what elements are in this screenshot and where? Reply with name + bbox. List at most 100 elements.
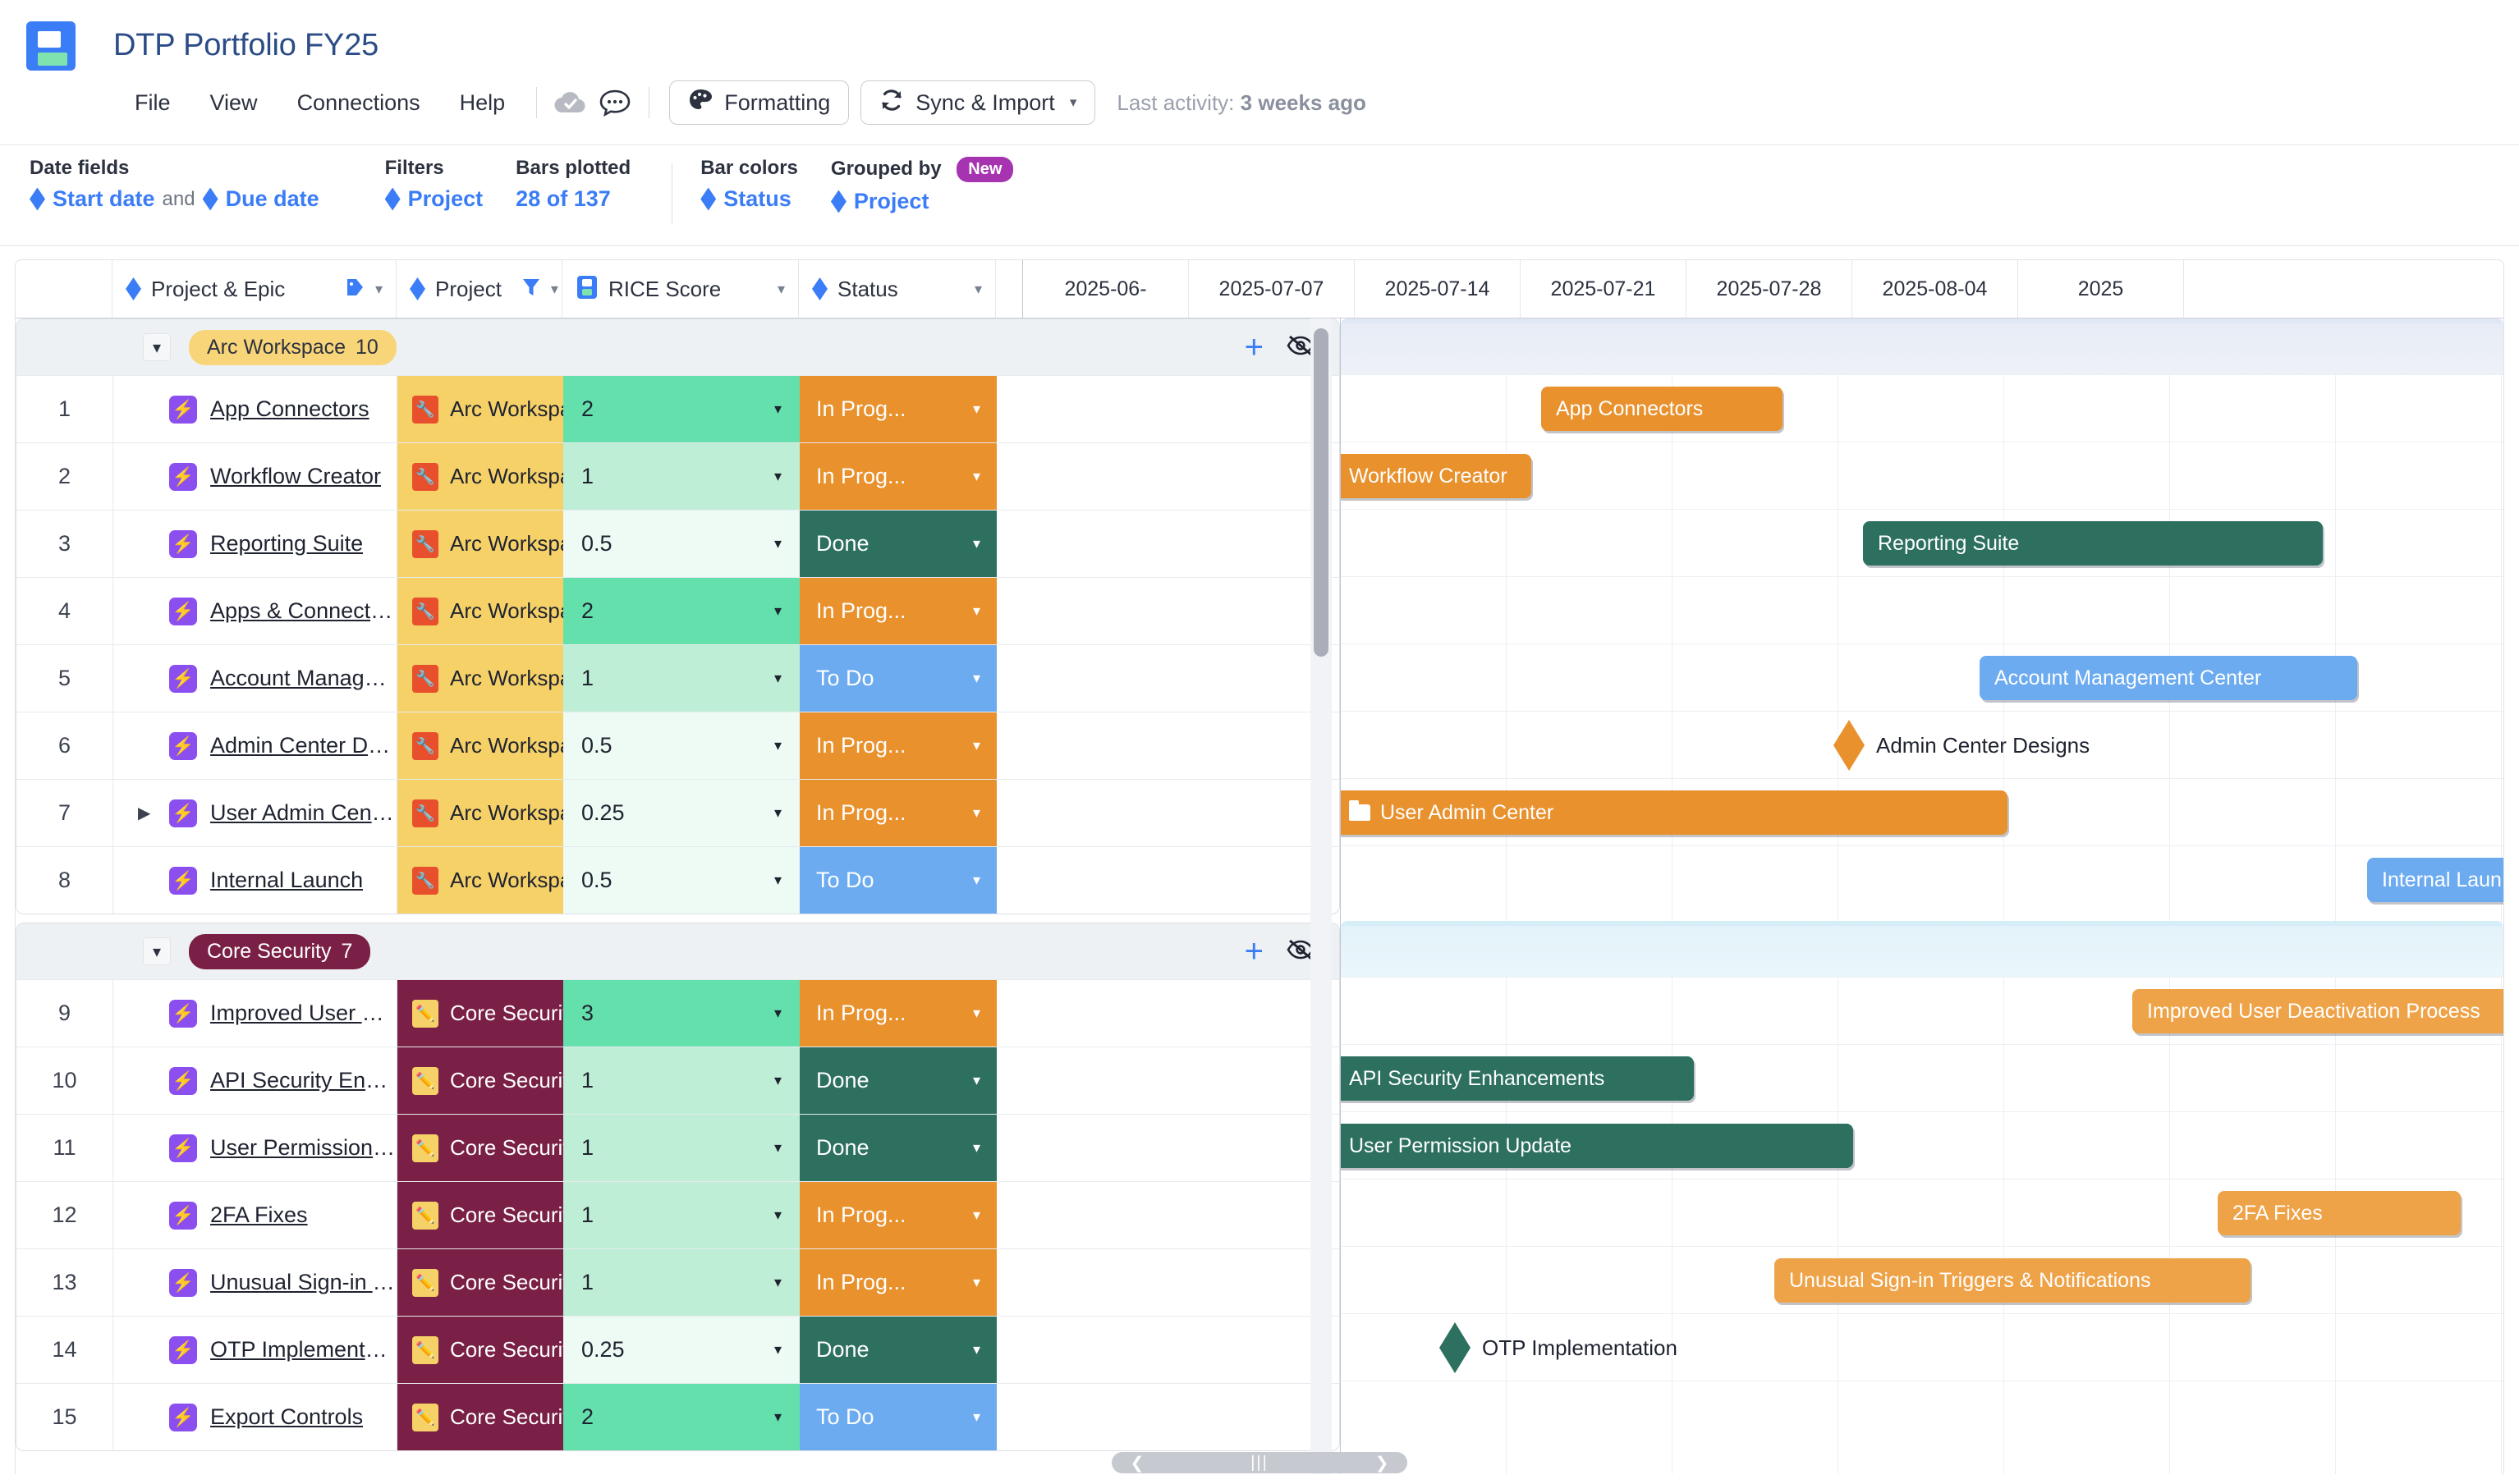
table-row[interactable]: 10 ⚡ API Security Enhancements ✏️ Core Secur… [16, 1047, 1339, 1114]
task-link[interactable]: User Permission Update [210, 1135, 397, 1161]
chevron-down-icon[interactable]: ▾ [774, 602, 782, 620]
task-link[interactable]: Improved User Deactivati... [210, 1001, 397, 1026]
table-row[interactable]: 1⚡App Connectors🔧Arc Workspace2▾In Prog.… [16, 375, 1339, 442]
cell-rice-score[interactable]: 3 ▾ [563, 980, 800, 1047]
expand-arrow-icon[interactable]: ▶ [138, 803, 156, 823]
vertical-scrollbar-thumb[interactable] [1314, 328, 1328, 657]
cell-status[interactable]: To Do ▾ [800, 1384, 997, 1450]
setting-value-start-date[interactable]: Start date [53, 186, 155, 212]
chevron-down-icon[interactable]: ▾ [774, 1139, 782, 1157]
scroll-left-arrow-icon[interactable]: ❮ [1122, 1453, 1152, 1473]
group-chip[interactable]: Core Security 7 [189, 933, 371, 969]
table-row[interactable]: 4 ⚡ Apps & Connection Admi... 🔧 Arc Workspac… [16, 577, 1339, 644]
setting-value-due-date[interactable]: Due date [226, 186, 319, 212]
column-header-rice-score[interactable]: RICE Score ▾ [562, 260, 799, 318]
chevron-down-icon[interactable]: ▾ [973, 1072, 980, 1089]
gantt-bar[interactable]: Internal Laun [2367, 858, 2503, 902]
cloud-check-icon[interactable] [548, 80, 593, 125]
menu-item-help[interactable]: Help [440, 79, 525, 126]
cell-status[interactable]: In Prog... ▾ [800, 712, 997, 779]
chevron-down-icon[interactable]: ▾ [973, 1341, 980, 1358]
cell-project-epic[interactable]: ⚡ 2FA Fixes [113, 1182, 397, 1248]
chevron-down-icon[interactable]: ▾ [973, 535, 980, 552]
setting-value-filters[interactable]: Project [408, 186, 484, 212]
milestone-marker[interactable]: Admin Center Designs [1833, 720, 2090, 771]
table-row[interactable]: 8⚡Internal Launch🔧Arc Workspace0.5▾To Do… [16, 846, 1339, 914]
gantt-bar[interactable]: User Permission Update [1341, 1124, 1853, 1168]
chevron-down-icon[interactable]: ▾ [973, 1005, 980, 1022]
gantt-bar[interactable]: Workflow Creator [1341, 454, 1531, 498]
menu-item-connections[interactable]: Connections [278, 79, 440, 126]
cell-project-epic[interactable]: ⚡ Apps & Connection Admi... [113, 578, 397, 644]
chevron-down-icon[interactable]: ▾ [375, 281, 383, 298]
cell-project-epic[interactable]: ⚡ App Connectors [113, 376, 397, 442]
gantt-bar[interactable]: Reporting Suite [1863, 521, 2323, 566]
task-link[interactable]: Internal Launch [210, 868, 363, 893]
chevron-down-icon[interactable]: ▾ [973, 737, 980, 754]
cell-rice-score[interactable]: 1 ▾ [563, 1047, 800, 1114]
cell-rice-score[interactable]: 1 ▾ [563, 645, 800, 712]
gantt-bar[interactable]: API Security Enhancements [1341, 1056, 1694, 1101]
cell-project-epic[interactable]: ⚡ Internal Launch [113, 847, 397, 914]
scroll-grip[interactable]: ||| [1152, 1454, 1367, 1473]
chevron-down-icon[interactable]: ▾ [973, 804, 980, 822]
task-link[interactable]: Unusual Sign-in Triggers ... [210, 1270, 397, 1295]
table-row[interactable]: 15⚡Export Controls✏️Core Security2▾To Do… [16, 1383, 1339, 1450]
chevron-down-icon[interactable]: ▾ [774, 1274, 782, 1291]
table-row[interactable]: 2⚡Workflow Creator🔧Arc Workspace1▾In Pro… [16, 442, 1339, 510]
table-row[interactable]: 3 ⚡ Reporting Suite 🔧 Arc Workspace 0.5 ▾ Done ▾ [16, 510, 1339, 577]
chevron-down-icon[interactable]: ▾ [551, 281, 558, 298]
gantt-bar[interactable]: Account Management Center [1980, 656, 2357, 700]
cell-status[interactable]: In Prog... ▾ [800, 780, 997, 846]
cell-status[interactable]: Done ▾ [800, 1115, 997, 1181]
cell-status[interactable]: To Do ▾ [800, 645, 997, 712]
chevron-down-icon[interactable]: ▾ [973, 1408, 980, 1426]
cell-rice-score[interactable]: 0.5 ▾ [563, 847, 800, 914]
task-link[interactable]: Admin Center Designs [210, 733, 397, 758]
chevron-down-icon[interactable]: ▾ [973, 468, 980, 485]
cell-project[interactable]: 🔧 Arc Workspace [397, 847, 563, 914]
chevron-down-icon[interactable]: ▾ [774, 804, 782, 822]
cell-status[interactable]: Done ▾ [800, 1317, 997, 1383]
cell-project-epic[interactable]: ⚡ Admin Center Designs [113, 712, 397, 779]
chevron-down-icon[interactable]: ▾ [774, 535, 782, 552]
cell-project[interactable]: 🔧 Arc Workspace [397, 780, 563, 846]
comment-bubble-icon[interactable] [593, 80, 637, 125]
cell-project-epic[interactable]: ⚡ Workflow Creator [113, 443, 397, 510]
chevron-down-icon[interactable]: ▾ [774, 1207, 782, 1224]
task-link[interactable]: Reporting Suite [210, 531, 363, 556]
cell-project[interactable]: 🔧 Arc Workspace [397, 511, 563, 577]
table-row[interactable]: 11 ⚡ User Permission Update ✏️ Core Security… [16, 1114, 1339, 1181]
task-link[interactable]: App Connectors [210, 396, 369, 422]
chevron-down-icon[interactable]: ▾ [973, 1207, 980, 1224]
cell-rice-score[interactable]: 0.25 ▾ [563, 780, 800, 846]
cell-project[interactable]: ✏️ Core Security [397, 1115, 563, 1181]
menu-item-file[interactable]: File [115, 79, 190, 126]
column-header-project-epic[interactable]: Project & Epic ▾ [112, 260, 397, 318]
table-row[interactable]: 5 ⚡ Account Management Ce... 🔧 Arc Workspace… [16, 644, 1339, 712]
setting-value-bars-plotted[interactable]: 28 of 137 [516, 186, 611, 212]
task-link[interactable]: 2FA Fixes [210, 1202, 308, 1228]
cell-project[interactable]: 🔧 Arc Workspace [397, 645, 563, 712]
cell-project-epic[interactable]: ⚡ Export Controls [113, 1384, 397, 1450]
cell-project[interactable]: ✏️ Core Security [397, 1047, 563, 1114]
chevron-down-icon[interactable]: ▾ [774, 468, 782, 485]
cell-project-epic[interactable]: ⚡ Unusual Sign-in Triggers ... [113, 1249, 397, 1316]
scroll-right-arrow-icon[interactable]: ❯ [1367, 1453, 1397, 1473]
cell-status[interactable]: In Prog... ▾ [800, 443, 997, 510]
cell-project-epic[interactable]: ⚡ Improved User Deactivati... [113, 980, 397, 1047]
tag-icon[interactable] [344, 277, 365, 302]
horizontal-scrollbar[interactable]: ❮ ||| ❯ [15, 1451, 2504, 1474]
table-row[interactable]: 7▶⚡User Admin Center🔧Arc Workspace0.25▾I… [16, 779, 1339, 846]
chevron-down-icon[interactable]: ▾ [1070, 94, 1077, 111]
cell-project[interactable]: ✏️ Core Security [397, 1249, 563, 1316]
cell-project-epic[interactable]: ⚡ User Permission Update [113, 1115, 397, 1181]
cell-status[interactable]: Done ▾ [800, 1047, 997, 1114]
chevron-down-icon[interactable]: ▾ [973, 602, 980, 620]
plus-icon[interactable]: + [1245, 331, 1264, 364]
formatting-button[interactable]: Formatting [669, 80, 850, 125]
gantt-bar[interactable]: 2FA Fixes [2218, 1191, 2461, 1235]
cell-rice-score[interactable]: 1 ▾ [563, 1249, 800, 1316]
column-header-project[interactable]: Project ▾ [397, 260, 562, 318]
cell-status[interactable]: To Do ▾ [800, 847, 997, 914]
